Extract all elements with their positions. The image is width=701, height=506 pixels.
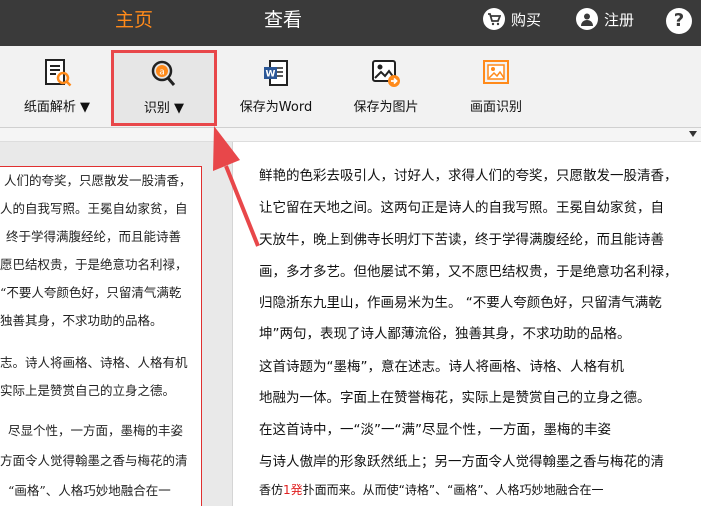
- source-line: 方面令人觉得翰墨之香与梅花的清: [0, 453, 188, 468]
- recognition-error-mark: 1: [283, 483, 291, 497]
- source-line: “画格”、人格巧妙地融合在一: [8, 483, 171, 498]
- source-line: 人们的夸奖，只愿散发一股清香，: [4, 173, 192, 188]
- source-page: 人们的夸奖，只愿散发一股清香， 人的自我写照。王冕自幼家贫，自 终于学得满腹经纶…: [0, 166, 202, 506]
- help-icon: ?: [666, 8, 692, 34]
- result-line: 在这首诗中，一“淡”一“满”尽显个性，一方面，墨梅的丰姿: [259, 422, 611, 438]
- register-button[interactable]: 注册: [576, 8, 634, 30]
- result-text: 扑面而来。从而使“诗格”、“画格”、人格巧妙地融合在一: [302, 483, 604, 497]
- svg-text:W: W: [266, 70, 276, 80]
- source-image-pane[interactable]: 人们的夸奖，只愿散发一股清香， 人的自我写照。王冕自幼家贫，自 终于学得满腹经纶…: [0, 142, 232, 506]
- source-line: “不要人夸颜色好，只留清气满乾: [0, 285, 182, 300]
- source-line: 愿巴结权贵，于是绝意功名利禄，: [0, 257, 188, 272]
- screen-recognize-label: 画面识别: [469, 100, 522, 115]
- register-label: 注册: [604, 10, 635, 29]
- result-line: 画，多才多艺。但他屡试不第，又不愿巴结权贵，于是绝意功名利禄，: [259, 264, 678, 280]
- source-line: 志。诗人将画格、诗格、人格有机: [0, 355, 188, 370]
- result-line: 天放牛，晚上到佛寺长明灯下苦读，终于学得满腹经纶，而且能诗善: [259, 232, 664, 248]
- tab-view[interactable]: 查看: [213, 0, 353, 46]
- source-line: 独善其身，不求功助的品格。: [0, 313, 163, 328]
- result-line: 让它留在天地之间。这两句正是诗人的自我写照。王冕自幼家贫，自: [259, 200, 664, 216]
- collapse-arrow-icon[interactable]: [689, 131, 697, 137]
- word-doc-icon: W: [261, 58, 291, 88]
- result-line: 鲜艳的色彩去吸引人，讨好人，求得人们的夸奖，只愿散发一股清香，: [259, 168, 678, 184]
- result-line: 地融为一体。字面上在赞誉梅花，实际上是赞赏自己的立身之德。: [259, 390, 651, 406]
- recognize-magnifier-icon: a: [149, 59, 179, 89]
- cart-icon: [483, 8, 505, 30]
- recognized-text-page[interactable]: 鲜艳的色彩去吸引人，讨好人，求得人们的夸奖，只愿散发一股清香， 让它留在天地之间…: [232, 142, 701, 506]
- result-line-last: 香仿1発扑面而来。从而使“诗格”、“画格”、人格巧妙地融合在一: [259, 481, 604, 498]
- source-line: 人的自我写照。王冕自幼家贫，自: [0, 201, 188, 216]
- source-line: 实际上是赞赏自己的立身之德。: [0, 383, 176, 398]
- top-menu-bar: 主页 查看 购买 注册 ?: [0, 0, 701, 46]
- source-line: 尽显个性，一方面，墨梅的丰姿: [8, 423, 184, 438]
- recognize-button[interactable]: a 识别 ▼: [111, 50, 217, 126]
- help-button[interactable]: ?: [666, 8, 692, 34]
- save-as-image-button[interactable]: 保存为图片: [340, 46, 432, 128]
- save-image-icon: [371, 58, 401, 88]
- save-as-word-label: 保存为Word: [239, 100, 313, 115]
- toolbar-collapse-strip: [0, 128, 701, 142]
- paper-analysis-button[interactable]: 纸面解析 ▼: [14, 46, 100, 128]
- result-line: 归隐浙东九里山，作画易米为生。 “不要人夸颜色好，只留清气满乾: [259, 295, 662, 311]
- result-line: 坤”两句，表现了诗人鄙薄流俗，独善其身，不求功助的品格。: [259, 326, 631, 342]
- paper-analysis-label: 纸面解析 ▼: [23, 100, 91, 115]
- result-line: 与诗人傲岸的形象跃然纸上；另一方面令人觉得翰墨之香与梅花的清: [259, 454, 664, 470]
- save-as-word-button[interactable]: W 保存为Word: [228, 46, 324, 128]
- svg-text:a: a: [159, 68, 165, 78]
- recognize-label: 识别 ▼: [143, 101, 185, 116]
- document-analysis-icon: [42, 58, 72, 88]
- user-icon: [576, 8, 598, 30]
- ribbon-toolbar: 纸面解析 ▼ a 识别 ▼ W 保存为Word 保存为图片 画面识别: [0, 46, 701, 128]
- buy-label: 购买: [511, 10, 542, 29]
- result-text: 香仿: [259, 483, 284, 497]
- source-line: 终于学得满腹经纶，而且能诗善: [6, 229, 182, 244]
- screen-recognize-button[interactable]: 画面识别: [452, 46, 540, 128]
- tab-home[interactable]: 主页: [54, 0, 214, 46]
- screen-capture-icon: [481, 58, 511, 88]
- save-as-image-label: 保存为图片: [353, 100, 419, 115]
- buy-button[interactable]: 购买: [483, 8, 541, 30]
- result-line: 这首诗题为“墨梅”，意在述志。诗人将画格、诗格、人格有机: [259, 359, 624, 375]
- recognition-error-char: 発: [290, 483, 303, 497]
